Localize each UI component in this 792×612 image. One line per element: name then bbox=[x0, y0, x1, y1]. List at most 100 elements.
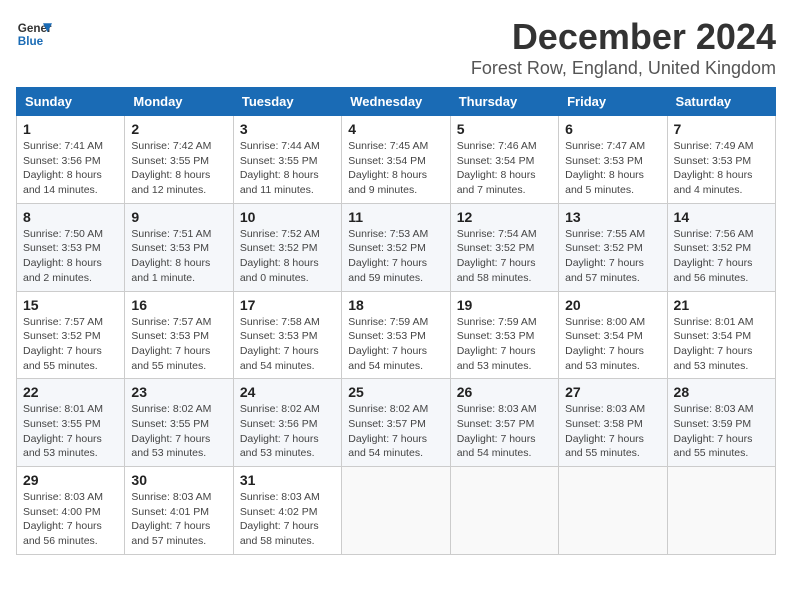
calendar-day-cell: 23Sunrise: 8:02 AMSunset: 3:55 PMDayligh… bbox=[125, 379, 233, 467]
weekday-header-cell: Wednesday bbox=[342, 88, 450, 116]
daylight-text: Daylight: 8 hours and 11 minutes. bbox=[240, 169, 319, 196]
svg-text:Blue: Blue bbox=[18, 35, 44, 48]
day-detail: Sunrise: 7:44 AM Sunset: 3:55 PM Daylight:… bbox=[240, 139, 335, 198]
day-number: 20 bbox=[565, 297, 660, 313]
sunset-text: Sunset: 3:55 PM bbox=[131, 418, 209, 430]
day-number: 18 bbox=[348, 297, 443, 313]
daylight-text: Daylight: 7 hours and 59 minutes. bbox=[348, 257, 427, 284]
day-detail: Sunrise: 8:03 AMSunset: 4:00 PMDaylight:… bbox=[23, 490, 118, 549]
daylight-text: Daylight: 7 hours and 53 minutes. bbox=[23, 433, 102, 460]
sunrise-text: Sunrise: 7:56 AM bbox=[674, 228, 754, 240]
logo-icon: General Blue bbox=[16, 16, 52, 52]
month-year-title: December 2024 bbox=[471, 16, 776, 58]
calendar-day-cell: 3 Sunrise: 7:44 AM Sunset: 3:55 PM Daylight… bbox=[233, 116, 341, 204]
daylight-text: Daylight: 7 hours and 57 minutes. bbox=[131, 520, 210, 547]
sunrise-text: Sunrise: 8:02 AM bbox=[240, 403, 320, 415]
day-number: 22 bbox=[23, 384, 118, 400]
calendar-day-cell: 2Sunrise: 7:42 AMSunset: 3:55 PMDaylight… bbox=[125, 116, 233, 204]
daylight-text: Daylight: 8 hours and 0 minutes. bbox=[240, 257, 319, 284]
day-detail: Sunrise: 7:53 AMSunset: 3:52 PMDaylight:… bbox=[348, 227, 443, 286]
daylight-text: Daylight: 8 hours and 5 minutes. bbox=[565, 169, 644, 196]
day-number: 2 bbox=[131, 121, 226, 137]
daylight-text: Daylight: 7 hours and 53 minutes. bbox=[131, 433, 210, 460]
day-number: 3 bbox=[240, 121, 335, 137]
day-number: 25 bbox=[348, 384, 443, 400]
calendar-day-cell: 24Sunrise: 8:02 AMSunset: 3:56 PMDayligh… bbox=[233, 379, 341, 467]
weekday-header-row: SundayMondayTuesdayWednesdayThursdayFrid… bbox=[17, 88, 776, 116]
sunset-text: Sunset: 4:02 PM bbox=[240, 506, 318, 518]
sunset-text: Sunset: 3:53 PM bbox=[674, 155, 752, 167]
day-detail: Sunrise: 7:41 AMSunset: 3:56 PMDaylight:… bbox=[23, 139, 118, 198]
day-number: 8 bbox=[23, 209, 118, 225]
daylight-text: Daylight: 7 hours and 54 minutes. bbox=[457, 433, 536, 460]
sunrise-text: Sunrise: 7:47 AM bbox=[565, 140, 645, 152]
calendar-day-cell bbox=[559, 467, 667, 555]
sunset-text: Sunset: 3:53 PM bbox=[457, 330, 535, 342]
location-subtitle: Forest Row, England, United Kingdom bbox=[471, 58, 776, 79]
day-detail: Sunrise: 7:49 AMSunset: 3:53 PMDaylight:… bbox=[674, 139, 769, 198]
calendar-day-cell: 31Sunrise: 8:03 AMSunset: 4:02 PMDayligh… bbox=[233, 467, 341, 555]
weekday-header-cell: Monday bbox=[125, 88, 233, 116]
title-area: December 2024 Forest Row, England, Unite… bbox=[471, 16, 776, 79]
day-detail: Sunrise: 7:45 AMSunset: 3:54 PMDaylight:… bbox=[348, 139, 443, 198]
day-number: 10 bbox=[240, 209, 335, 225]
day-detail: Sunrise: 8:03 AMSunset: 4:02 PMDaylight:… bbox=[240, 490, 335, 549]
sunrise-text: Sunrise: 7:58 AM bbox=[240, 316, 320, 328]
day-number: 15 bbox=[23, 297, 118, 313]
day-detail: Sunrise: 8:02 AMSunset: 3:55 PMDaylight:… bbox=[131, 402, 226, 461]
calendar-body: 1 Sunrise: 7:41 AMSunset: 3:56 PMDaylight… bbox=[17, 116, 776, 555]
sunrise-text: Sunrise: 7:46 AM bbox=[457, 140, 537, 152]
day-detail: Sunrise: 8:00 AMSunset: 3:54 PMDaylight:… bbox=[565, 315, 660, 374]
day-number: 14 bbox=[674, 209, 769, 225]
sunset-text: Sunset: 3:58 PM bbox=[565, 418, 643, 430]
day-detail: Sunrise: 7:54 AMSunset: 3:52 PMDaylight:… bbox=[457, 227, 552, 286]
daylight-text: Daylight: 8 hours and 14 minutes. bbox=[23, 169, 102, 196]
day-number: 1 bbox=[23, 121, 118, 137]
day-number: 21 bbox=[674, 297, 769, 313]
daylight-text: Daylight: 7 hours and 55 minutes. bbox=[23, 345, 102, 372]
sunset-text: Sunset: 4:00 PM bbox=[23, 506, 101, 518]
calendar-week-row: 15Sunrise: 7:57 AMSunset: 3:52 PMDayligh… bbox=[17, 291, 776, 379]
day-number: 29 bbox=[23, 472, 118, 488]
daylight-text: Daylight: 7 hours and 53 minutes. bbox=[240, 433, 319, 460]
calendar-day-cell: 17Sunrise: 7:58 AMSunset: 3:53 PMDayligh… bbox=[233, 291, 341, 379]
sunset-text: Sunset: 3:55 PM bbox=[240, 155, 318, 167]
sunrise-text: Sunrise: 7:41 AM bbox=[23, 140, 103, 152]
calendar-day-cell: 16Sunrise: 7:57 AMSunset: 3:53 PMDayligh… bbox=[125, 291, 233, 379]
sunset-text: Sunset: 3:55 PM bbox=[23, 418, 101, 430]
sunset-text: Sunset: 3:55 PM bbox=[131, 155, 209, 167]
day-detail: Sunrise: 7:52 AMSunset: 3:52 PMDaylight:… bbox=[240, 227, 335, 286]
sunrise-text: Sunrise: 7:42 AM bbox=[131, 140, 211, 152]
day-detail: Sunrise: 8:03 AM Sunset: 3:57 PM Daylight:… bbox=[457, 402, 552, 461]
calendar-week-row: 1 Sunrise: 7:41 AMSunset: 3:56 PMDaylight… bbox=[17, 116, 776, 204]
calendar-week-row: 22 Sunrise: 8:01 AM Sunset: 3:55 PM Dayligh… bbox=[17, 379, 776, 467]
calendar-day-cell: 6Sunrise: 7:47 AMSunset: 3:53 PMDaylight… bbox=[559, 116, 667, 204]
daylight-text: Daylight: 7 hours and 57 minutes. bbox=[565, 257, 644, 284]
page-header: General Blue December 2024 Forest Row, E… bbox=[16, 16, 776, 79]
sunrise-text: Sunrise: 8:03 AM bbox=[131, 491, 211, 503]
daylight-text: Daylight: 7 hours and 55 minutes. bbox=[565, 433, 644, 460]
calendar-table: SundayMondayTuesdayWednesdayThursdayFrid… bbox=[16, 87, 776, 555]
sunset-text: Sunset: 3:53 PM bbox=[131, 242, 209, 254]
sunrise-text: Sunrise: 7:59 AM bbox=[457, 316, 537, 328]
sunrise-text: Sunrise: 8:01 AM bbox=[23, 403, 103, 415]
calendar-day-cell: 27Sunrise: 8:03 AMSunset: 3:58 PMDayligh… bbox=[559, 379, 667, 467]
sunrise-text: Sunrise: 8:00 AM bbox=[565, 316, 645, 328]
sunrise-text: Sunrise: 8:03 AM bbox=[240, 491, 320, 503]
daylight-text: Daylight: 8 hours and 2 minutes. bbox=[23, 257, 102, 284]
daylight-text: Daylight: 7 hours and 55 minutes. bbox=[674, 433, 753, 460]
calendar-day-cell: 10 Sunrise: 7:52 AMSunset: 3:52 PMDayligh… bbox=[233, 203, 341, 291]
sunrise-text: Sunrise: 7:50 AM bbox=[23, 228, 103, 240]
calendar-day-cell: 5Sunrise: 7:46 AMSunset: 3:54 PMDaylight… bbox=[450, 116, 558, 204]
sunrise-text: Sunrise: 8:02 AM bbox=[348, 403, 428, 415]
daylight-text: Daylight: 7 hours and 54 minutes. bbox=[348, 345, 427, 372]
sunrise-text: Sunrise: 8:03 AM bbox=[23, 491, 103, 503]
sunset-text: Sunset: 3:53 PM bbox=[23, 242, 101, 254]
sunrise-text: Sunrise: 7:44 AM bbox=[240, 140, 320, 152]
calendar-day-cell: 25Sunrise: 8:02 AMSunset: 3:57 PMDayligh… bbox=[342, 379, 450, 467]
sunrise-text: Sunrise: 8:03 AM bbox=[457, 403, 537, 415]
calendar-day-cell: 15Sunrise: 7:57 AMSunset: 3:52 PMDayligh… bbox=[17, 291, 125, 379]
day-detail: Sunrise: 8:03 AMSunset: 4:01 PMDaylight:… bbox=[131, 490, 226, 549]
sunrise-text: Sunrise: 7:53 AM bbox=[348, 228, 428, 240]
sunset-text: Sunset: 3:57 PM bbox=[457, 418, 535, 430]
